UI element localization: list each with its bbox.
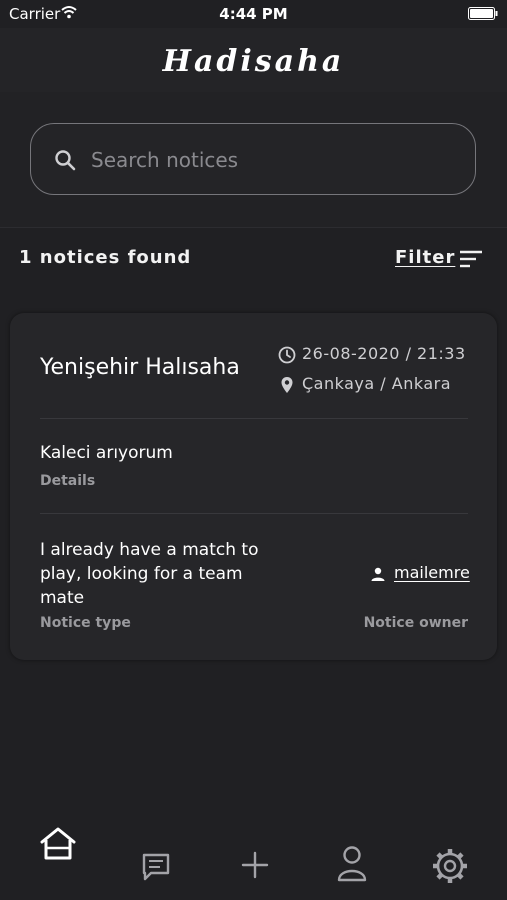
- search-input[interactable]: [89, 142, 453, 178]
- notice-title: Yenişehir Halısaha: [40, 355, 240, 380]
- filter-icon: [460, 250, 482, 268]
- app-title: Hadisaha: [162, 44, 345, 79]
- divider: [40, 418, 468, 419]
- tab-settings[interactable]: [432, 848, 468, 884]
- clock-icon: [278, 346, 296, 364]
- battery-icon: [468, 7, 498, 20]
- notice-details-caption: Details: [40, 473, 96, 489]
- results-count: 1 notices found: [19, 247, 192, 268]
- filter-button[interactable]: Filter: [395, 243, 487, 273]
- settings-icon: [433, 849, 467, 883]
- home-icon: [40, 827, 76, 860]
- search-section: [0, 92, 507, 228]
- search-icon: [55, 150, 76, 171]
- tab-profile[interactable]: [336, 845, 368, 883]
- notice-type-value: I already have a match to play, looking …: [40, 540, 259, 608]
- notice-owner-caption: Notice owner: [363, 615, 468, 631]
- tab-messages[interactable]: [141, 852, 171, 882]
- user-icon: [371, 567, 385, 581]
- location-pin-icon: [281, 377, 293, 393]
- status-time: 4:44 PM: [219, 5, 288, 23]
- tab-add-notice[interactable]: [240, 850, 270, 880]
- add-icon: [241, 851, 269, 879]
- notice-owner-name: mailemre: [394, 563, 470, 582]
- search-box[interactable]: [30, 123, 476, 195]
- status-bar: Carrier 4:44 PM: [0, 0, 507, 28]
- profile-icon: [337, 846, 367, 882]
- tab-bar: [0, 800, 507, 900]
- notice-card[interactable]: Yenişehir Halısaha 26-08-2020 / 21:33 Ça…: [10, 313, 497, 660]
- divider: [40, 513, 468, 514]
- notice-type-caption: Notice type: [40, 615, 131, 631]
- app-header: Hadisaha: [0, 28, 507, 92]
- filter-label: Filter: [395, 247, 456, 268]
- notice-details-value: Kaleci arıyorum: [40, 443, 173, 463]
- notice-location-text: Çankaya / Ankara: [302, 374, 451, 393]
- notice-datetime-text: 26-08-2020 / 21:33: [302, 344, 466, 363]
- chat-icon: [142, 853, 170, 881]
- tab-home[interactable]: [38, 824, 78, 864]
